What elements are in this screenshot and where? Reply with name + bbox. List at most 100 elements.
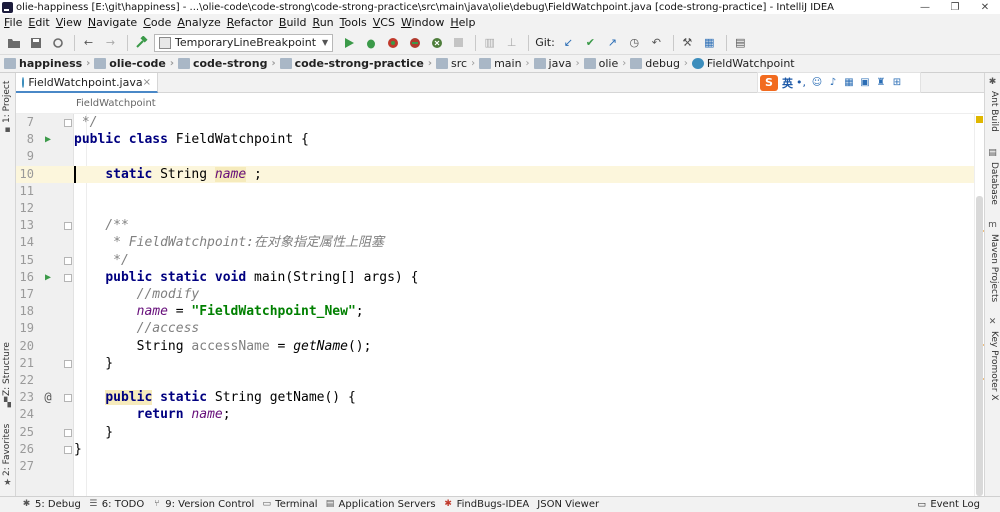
save-icon[interactable]	[26, 33, 45, 52]
run-configuration-select[interactable]: TemporaryLineBreakpoint ▼	[154, 33, 334, 52]
run-dashboard-icon[interactable]	[427, 33, 446, 52]
code-line[interactable]: 9	[16, 148, 984, 165]
tool-window-button[interactable]: ☰ 6: TODO	[89, 499, 152, 510]
git-push-icon[interactable]: ↗	[603, 33, 622, 52]
menu-file[interactable]: File	[3, 16, 27, 29]
tool-window-button[interactable]: ▤ Application Servers	[326, 499, 444, 510]
code-line[interactable]: 17 //modify	[16, 286, 984, 303]
stop-icon[interactable]	[449, 33, 468, 52]
breadcrumb-olie-code[interactable]: olie-code ›	[94, 57, 178, 70]
menu-edit[interactable]: Edit	[27, 16, 54, 29]
code-line[interactable]: 20 String accessName = getName();	[16, 338, 984, 355]
fold-marker-icon[interactable]	[64, 119, 72, 127]
favorites-tool-tab[interactable]: 2: Favorites	[2, 424, 12, 476]
breadcrumb-java[interactable]: java ›	[533, 57, 584, 70]
skin-shirt-icon[interactable]: ♜	[875, 77, 887, 89]
git-commit-icon[interactable]: ✔	[581, 33, 600, 52]
menu-build[interactable]: Build	[278, 16, 312, 29]
code-line[interactable]: 13 /**	[16, 217, 984, 234]
breadcrumb-code-strong[interactable]: code-strong ›	[177, 57, 280, 70]
menu-window[interactable]: Window	[400, 16, 449, 29]
breadcrumb-code-strong-practice[interactable]: code-strong-practice ›	[279, 57, 436, 70]
vertical-scrollbar-thumb[interactable]	[976, 196, 983, 496]
menu-view[interactable]: View	[55, 16, 87, 29]
menu-vcs[interactable]: VCS	[372, 16, 400, 29]
code-line[interactable]: 12	[16, 200, 984, 217]
structure-tool-tab[interactable]: Z: Structure	[2, 342, 12, 396]
code-line[interactable]: 24 return name;	[16, 406, 984, 423]
fold-marker-icon[interactable]	[64, 394, 72, 403]
terminal-icon[interactable]: ▤	[731, 33, 750, 52]
back-arrow-icon[interactable]: ←	[79, 33, 98, 52]
coverage-data-icon[interactable]: ▥	[480, 33, 499, 52]
debug-icon[interactable]	[361, 33, 380, 52]
breadcrumb-olie[interactable]: olie ›	[583, 57, 631, 70]
key-promoter-tool-tab[interactable]: Key Promoter X	[989, 331, 999, 401]
code-line[interactable]: 23 @ public static String getName() {	[16, 389, 984, 406]
maven-projects-tool-tab[interactable]: Maven Projects	[989, 234, 999, 302]
inspection-status-icon[interactable]	[976, 116, 983, 123]
code-line[interactable]: 22	[16, 372, 984, 389]
breadcrumb-main[interactable]: main ›	[479, 57, 533, 70]
tool-window-button[interactable]: ✱ 5: Debug	[22, 499, 89, 510]
fold-marker-icon[interactable]	[64, 359, 72, 368]
code-line[interactable]: 18 name = "FieldWatchpoint_New";	[16, 303, 984, 320]
editor-breadcrumb-class[interactable]: FieldWatchpoint	[76, 98, 156, 109]
run-icon[interactable]	[339, 33, 358, 52]
git-update-icon[interactable]: ↙	[559, 33, 578, 52]
toolbox-icon[interactable]: ▣	[859, 77, 871, 89]
fold-marker-icon[interactable]	[64, 445, 72, 454]
fold-marker-icon[interactable]	[64, 222, 72, 231]
close-tab-icon[interactable]: ×	[143, 77, 151, 88]
breadcrumb-debug[interactable]: debug ›	[630, 57, 692, 70]
settings-wrench-icon[interactable]: ⚒	[678, 33, 697, 52]
keyboard-icon[interactable]: ▦	[843, 77, 855, 89]
code-line[interactable]: 7 */	[16, 114, 984, 131]
maximize-button[interactable]: ❐	[940, 0, 970, 14]
code-line[interactable]: 26}	[16, 441, 984, 458]
menu-refactor[interactable]: Refactor	[226, 16, 278, 29]
ime-language-toggle[interactable]: 英	[782, 75, 793, 91]
code-line[interactable]: 14 * FieldWatchpoint:在对象指定属性上阻塞	[16, 234, 984, 251]
ant-build-tool-tab[interactable]: Ant Build	[989, 91, 999, 132]
grid-menu-icon[interactable]: ⊞	[891, 77, 903, 89]
run-gutter-icon[interactable]: ▶	[43, 134, 53, 145]
code-line[interactable]: 25 }	[16, 424, 984, 441]
coverage-icon[interactable]	[383, 33, 402, 52]
history-icon[interactable]: ◷	[625, 33, 644, 52]
fold-marker-icon[interactable]	[64, 428, 72, 437]
tool-window-button[interactable]: ▭ Terminal	[262, 499, 325, 510]
tool-window-button[interactable]: ✱ FindBugs-IDEA	[444, 499, 538, 510]
menu-tools[interactable]: Tools	[339, 16, 372, 29]
microphone-icon[interactable]: ♪	[827, 77, 839, 89]
build-hammer-icon[interactable]	[132, 33, 151, 52]
profile-icon[interactable]	[405, 33, 424, 52]
code-line[interactable]: 8 ▶ public class FieldWatchpoint {	[16, 131, 984, 148]
breadcrumb-happiness[interactable]: happiness ›	[4, 57, 94, 70]
ime-punctuation-toggle[interactable]: •,	[796, 76, 806, 89]
code-line[interactable]: 11	[16, 183, 984, 200]
menu-help[interactable]: Help	[449, 16, 480, 29]
breadcrumb-fieldwatchpoint[interactable]: FieldWatchpoint	[691, 57, 799, 70]
menu-run[interactable]: Run	[312, 16, 339, 29]
code-line[interactable]: 21 }	[16, 355, 984, 372]
tool-window-button[interactable]: JSON Viewer	[537, 499, 607, 510]
annotation-gutter-icon[interactable]: @	[43, 391, 53, 403]
minimize-button[interactable]: —	[910, 0, 940, 14]
menu-code[interactable]: Code	[142, 16, 176, 29]
breadcrumb-src[interactable]: src ›	[436, 57, 479, 70]
event-log-button[interactable]: ▭ Event Log	[917, 499, 980, 510]
fold-marker-icon[interactable]	[64, 273, 72, 282]
open-folder-icon[interactable]	[4, 33, 23, 52]
fold-marker-icon[interactable]	[64, 256, 72, 265]
project-structure-icon[interactable]: ▦	[700, 33, 719, 52]
code-editor[interactable]: 7 */8 ▶ public class FieldWatchpoint {9 10 …	[16, 114, 984, 496]
menu-analyze[interactable]: Analyze	[176, 16, 225, 29]
forward-arrow-icon[interactable]: →	[101, 33, 120, 52]
tool-window-button[interactable]: ⑂ 9: Version Control	[152, 499, 262, 510]
close-button[interactable]: ✕	[970, 0, 1000, 14]
code-line[interactable]: 15 */	[16, 252, 984, 269]
error-stripe[interactable]	[974, 114, 984, 496]
code-line[interactable]: 16 ▶ public static void main(String[] arg…	[16, 269, 984, 286]
sync-icon[interactable]	[48, 33, 67, 52]
